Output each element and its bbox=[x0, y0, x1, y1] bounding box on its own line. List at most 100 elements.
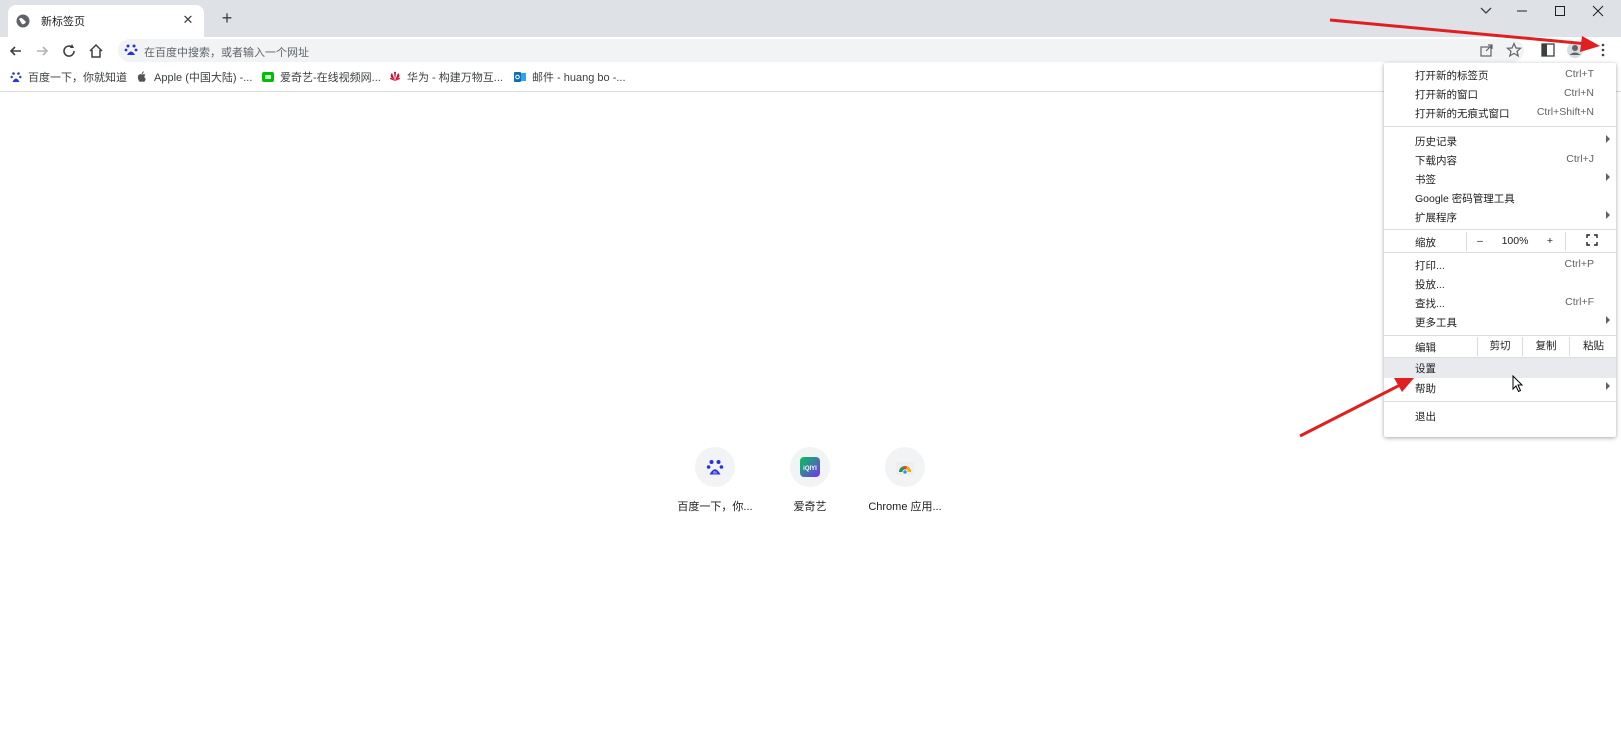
iqiyi-icon: iQIYI bbox=[800, 457, 820, 477]
menu-item-label: 打印... bbox=[1415, 260, 1445, 272]
share-icon[interactable] bbox=[1478, 41, 1496, 59]
shortcut-icon-circle: iQIYI bbox=[790, 447, 830, 487]
bookmarks-bar: 百度一下，你就知道 Apple (中国大陆) -... 爱奇艺-在线视频网...… bbox=[0, 64, 1621, 92]
shortcut-icon-circle bbox=[885, 447, 925, 487]
menu-item-shortcut: Ctrl+J bbox=[1566, 153, 1594, 165]
menu-separator bbox=[1384, 126, 1616, 127]
menu-item-shortcut: Ctrl+P bbox=[1564, 258, 1594, 270]
bookmark-label: 华为 - 构建万物互... bbox=[407, 72, 503, 84]
menu-item-label: 设置 bbox=[1415, 363, 1436, 375]
forward-arrow-icon[interactable] bbox=[32, 41, 52, 61]
shortcut-label: Chrome 应用... bbox=[868, 501, 942, 513]
menu-item-incognito[interactable]: 打开新的无痕式窗口 Ctrl+Shift+N bbox=[1384, 103, 1616, 122]
submenu-arrow-icon bbox=[1606, 316, 1610, 324]
mouse-cursor-icon bbox=[1512, 375, 1524, 393]
maximize-icon[interactable] bbox=[1542, 0, 1578, 22]
submenu-arrow-icon bbox=[1606, 211, 1610, 219]
copy-button[interactable]: 复制 bbox=[1522, 337, 1569, 356]
menu-item-shortcut: Ctrl+F bbox=[1565, 296, 1594, 308]
zoom-in-button[interactable]: + bbox=[1537, 232, 1563, 251]
cut-button[interactable]: 剪切 bbox=[1477, 337, 1522, 356]
minimize-icon[interactable] bbox=[1504, 0, 1540, 22]
menu-item-more-tools[interactable]: 更多工具 bbox=[1384, 312, 1616, 331]
menu-item-shortcut: Ctrl+Shift+N bbox=[1536, 106, 1594, 118]
baidu-icon bbox=[10, 72, 22, 82]
shortcut-label: 爱奇艺 bbox=[793, 501, 827, 513]
menu-item-label: 缩放 bbox=[1415, 237, 1436, 249]
menu-item-new-tab[interactable]: 打开新的标签页 Ctrl+T bbox=[1384, 65, 1616, 84]
menu-item-label: 打开新的窗口 bbox=[1415, 89, 1478, 101]
chrome-web-store-icon bbox=[896, 462, 914, 475]
more-menu-icon[interactable] bbox=[1594, 41, 1612, 59]
bookmark-label: Apple (中国大陆) -... bbox=[154, 72, 253, 84]
menu-item-label: 查找... bbox=[1415, 298, 1445, 310]
paste-button[interactable]: 粘贴 bbox=[1569, 337, 1617, 356]
zoom-level: 100% bbox=[1501, 235, 1529, 247]
apple-icon bbox=[137, 71, 146, 82]
menu-separator bbox=[1384, 335, 1616, 336]
menu-separator bbox=[1384, 252, 1616, 253]
menu-item-new-window[interactable]: 打开新的窗口 Ctrl+N bbox=[1384, 84, 1616, 103]
menu-item-label: Google 密码管理工具 bbox=[1415, 193, 1515, 205]
menu-item-help[interactable]: 帮助 bbox=[1384, 378, 1616, 397]
address-bar[interactable]: 在百度中搜索，或者输入一个网址 bbox=[118, 39, 1524, 62]
submenu-arrow-icon bbox=[1606, 382, 1610, 390]
tab-close-icon[interactable]: ✕ bbox=[180, 12, 196, 28]
chrome-main-menu: 打开新的标签页 Ctrl+T 打开新的窗口 Ctrl+N 打开新的无痕式窗口 C… bbox=[1384, 63, 1616, 437]
menu-item-password-manager[interactable]: Google 密码管理工具 bbox=[1384, 188, 1616, 207]
shortcut-icon-circle: du bbox=[695, 447, 735, 487]
menu-item-label: 投放... bbox=[1415, 279, 1445, 291]
baidu-search-engine-icon bbox=[124, 44, 138, 55]
home-icon[interactable] bbox=[86, 41, 106, 61]
menu-item-downloads[interactable]: 下载内容 Ctrl+J bbox=[1384, 150, 1616, 169]
menu-separator bbox=[1384, 401, 1616, 402]
side-panel-icon[interactable] bbox=[1539, 41, 1557, 59]
new-tab-button[interactable]: + bbox=[217, 9, 237, 29]
profile-avatar-icon[interactable] bbox=[1566, 41, 1584, 59]
menu-item-bookmarks[interactable]: 书签 bbox=[1384, 169, 1616, 188]
zoom-out-button[interactable]: – bbox=[1466, 232, 1493, 251]
shortcut-baidu[interactable]: du 百度一下，你... bbox=[665, 447, 765, 514]
menu-item-label: 书签 bbox=[1415, 174, 1436, 186]
bookmark-apple[interactable]: Apple (中国大陆) -... bbox=[136, 69, 252, 87]
menu-item-history[interactable]: 历史记录 bbox=[1384, 131, 1616, 150]
outlook-icon bbox=[514, 72, 526, 82]
menu-item-settings[interactable]: 设置 bbox=[1384, 358, 1616, 378]
bookmark-iqiyi[interactable]: 爱奇艺-在线视频网... bbox=[262, 69, 381, 87]
bookmark-label: 爱奇艺-在线视频网... bbox=[280, 72, 381, 84]
bookmark-outlook[interactable]: 邮件 - huang bo -... bbox=[514, 69, 626, 87]
shortcut-label: 百度一下，你... bbox=[677, 501, 753, 513]
menu-item-extensions[interactable]: 扩展程序 bbox=[1384, 207, 1616, 226]
menu-item-find[interactable]: 查找... Ctrl+F bbox=[1384, 293, 1616, 312]
address-bar-placeholder: 在百度中搜索，或者输入一个网址 bbox=[144, 47, 309, 59]
menu-row-edit: 编辑 剪切 复制 粘贴 bbox=[1384, 337, 1616, 357]
svg-text:du: du bbox=[713, 470, 717, 475]
reload-icon[interactable] bbox=[59, 41, 79, 61]
menu-item-print[interactable]: 打印... Ctrl+P bbox=[1384, 255, 1616, 274]
menu-item-cast[interactable]: 投放... bbox=[1384, 274, 1616, 293]
svg-text:iQIYI: iQIYI bbox=[803, 466, 817, 472]
tab-new-tab[interactable]: 新标签页 ✕ bbox=[8, 5, 204, 37]
menu-row-zoom: 缩放 – 100% + bbox=[1384, 232, 1616, 251]
shortcut-chrome-web-store[interactable]: Chrome 应用... bbox=[855, 447, 955, 514]
title-bar: 新标签页 ✕ + bbox=[0, 0, 1621, 37]
menu-item-label: 打开新的无痕式窗口 bbox=[1415, 108, 1510, 120]
menu-item-label: 历史记录 bbox=[1415, 136, 1457, 148]
fullscreen-button[interactable] bbox=[1565, 232, 1617, 251]
menu-item-exit[interactable]: 退出 bbox=[1384, 406, 1616, 425]
bookmark-star-icon[interactable] bbox=[1505, 41, 1523, 59]
menu-separator bbox=[1384, 229, 1616, 230]
window-close-icon[interactable] bbox=[1580, 0, 1616, 22]
menu-item-shortcut: Ctrl+N bbox=[1563, 87, 1594, 99]
back-arrow-icon[interactable] bbox=[6, 41, 26, 61]
tab-title: 新标签页 bbox=[41, 16, 85, 28]
bookmark-label: 邮件 - huang bo -... bbox=[532, 72, 626, 84]
baidu-icon: du bbox=[706, 460, 724, 475]
tab-search-chevron-icon[interactable] bbox=[1468, 0, 1504, 22]
shortcut-iqiyi[interactable]: iQIYI 爱奇艺 bbox=[760, 447, 860, 514]
bookmark-huawei[interactable]: 华为 - 构建万物互... bbox=[389, 69, 503, 87]
menu-item-label: 打开新的标签页 bbox=[1415, 70, 1489, 82]
submenu-arrow-icon bbox=[1606, 135, 1610, 143]
bookmark-baidu[interactable]: 百度一下，你就知道 bbox=[10, 69, 127, 87]
bookmark-label: 百度一下，你就知道 bbox=[28, 72, 127, 84]
